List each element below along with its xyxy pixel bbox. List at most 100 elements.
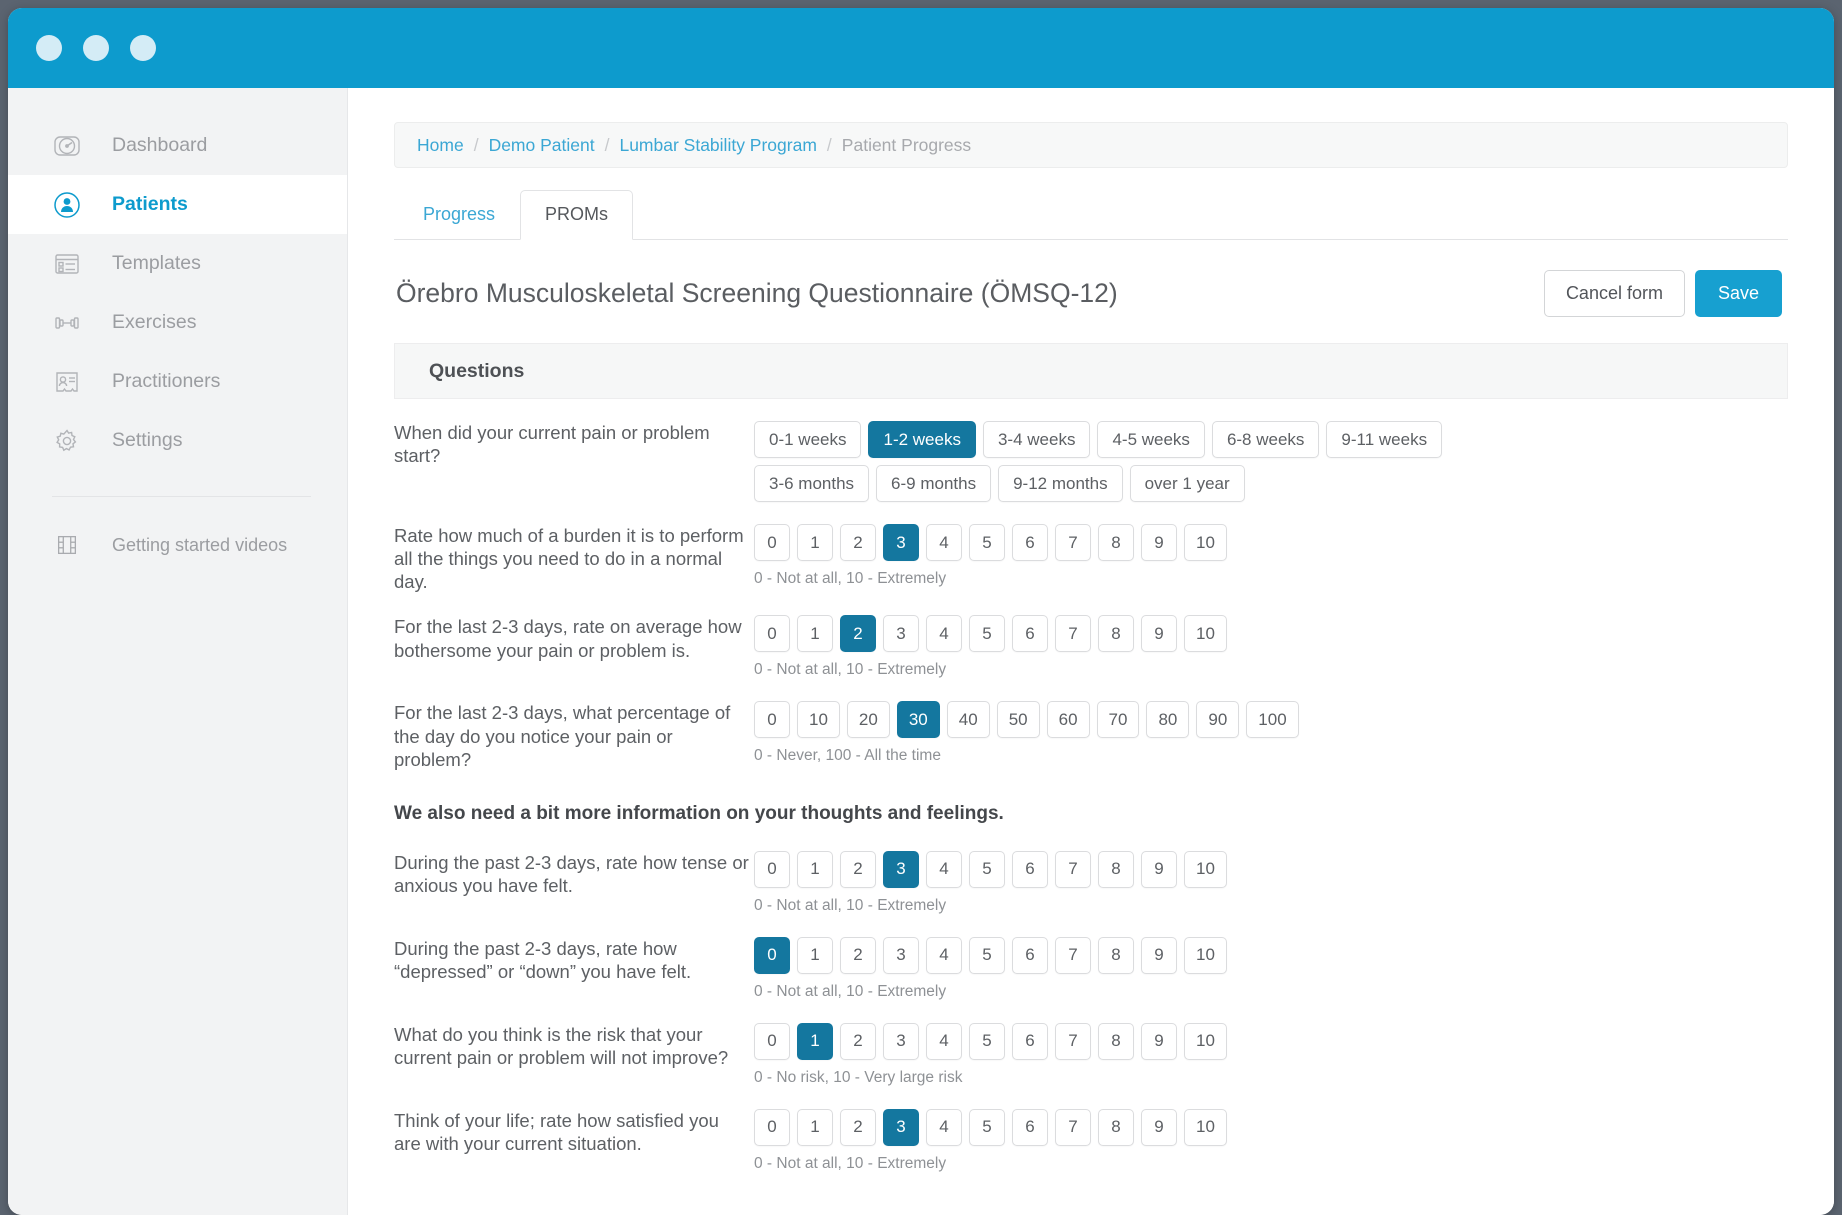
option-button[interactable]: 5	[969, 615, 1005, 652]
option-button[interactable]: 5	[969, 851, 1005, 888]
option-button[interactable]: 3	[883, 524, 919, 561]
option-button[interactable]: 3	[883, 1109, 919, 1146]
option-button[interactable]: 1	[797, 1023, 833, 1060]
option-button[interactable]: 0-1 weeks	[754, 421, 861, 458]
save-button[interactable]: Save	[1695, 270, 1782, 317]
option-button[interactable]: 6	[1012, 1109, 1048, 1146]
option-button[interactable]: 100	[1246, 701, 1298, 738]
option-button[interactable]: 3	[883, 1023, 919, 1060]
option-button[interactable]: 7	[1055, 524, 1091, 561]
option-button[interactable]: 8	[1098, 1109, 1134, 1146]
window-maximize-button[interactable]	[130, 35, 156, 61]
option-button[interactable]: 10	[1184, 615, 1227, 652]
option-button[interactable]: 70	[1097, 701, 1140, 738]
option-button[interactable]: 1	[797, 851, 833, 888]
option-button[interactable]: 80	[1146, 701, 1189, 738]
option-button[interactable]: 3-4 weeks	[983, 421, 1090, 458]
option-button[interactable]: 10	[1184, 851, 1227, 888]
option-button[interactable]: 6	[1012, 615, 1048, 652]
option-button[interactable]: 4	[926, 937, 962, 974]
option-button[interactable]: 9	[1141, 1109, 1177, 1146]
option-button[interactable]: 7	[1055, 1023, 1091, 1060]
option-button[interactable]: 8	[1098, 615, 1134, 652]
breadcrumb-item-demo-patient[interactable]: Demo Patient	[489, 135, 595, 156]
sidebar-item-exercises[interactable]: Exercises	[8, 293, 347, 352]
sidebar-item-dashboard[interactable]: Dashboard	[8, 116, 347, 175]
option-button[interactable]: 2	[840, 937, 876, 974]
option-button[interactable]: 6	[1012, 937, 1048, 974]
option-button[interactable]: 3	[883, 615, 919, 652]
option-button[interactable]: 10	[1184, 1023, 1227, 1060]
option-button[interactable]: 9	[1141, 937, 1177, 974]
option-button[interactable]: 9-12 months	[998, 465, 1123, 502]
option-button[interactable]: 4-5 weeks	[1097, 421, 1204, 458]
option-button[interactable]: 9	[1141, 1023, 1177, 1060]
sidebar-item-practitioners[interactable]: Practitioners	[8, 352, 347, 411]
option-button[interactable]: 0	[754, 851, 790, 888]
option-button[interactable]: 0	[754, 524, 790, 561]
option-button[interactable]: 6	[1012, 1023, 1048, 1060]
option-button[interactable]: 7	[1055, 937, 1091, 974]
option-button[interactable]: 90	[1196, 701, 1239, 738]
option-button[interactable]: 4	[926, 1109, 962, 1146]
option-button[interactable]: 8	[1098, 937, 1134, 974]
option-button[interactable]: 30	[897, 701, 940, 738]
option-button[interactable]: 5	[969, 1023, 1005, 1060]
option-button[interactable]: 7	[1055, 851, 1091, 888]
window-close-button[interactable]	[36, 35, 62, 61]
option-button[interactable]: 40	[947, 701, 990, 738]
option-button[interactable]: 3	[883, 937, 919, 974]
option-button[interactable]: 4	[926, 851, 962, 888]
option-button[interactable]: 0	[754, 701, 790, 738]
option-button[interactable]: 60	[1047, 701, 1090, 738]
option-button[interactable]: 1	[797, 937, 833, 974]
option-button[interactable]: 5	[969, 937, 1005, 974]
option-button[interactable]: 3	[883, 851, 919, 888]
sidebar-item-settings[interactable]: Settings	[8, 411, 347, 470]
option-button[interactable]: 0	[754, 1023, 790, 1060]
option-button[interactable]: 7	[1055, 615, 1091, 652]
cancel-form-button[interactable]: Cancel form	[1544, 270, 1685, 317]
option-button[interactable]: 5	[969, 1109, 1005, 1146]
sidebar-item-patients[interactable]: Patients	[8, 175, 347, 234]
breadcrumb-item-home[interactable]: Home	[417, 135, 464, 156]
option-button[interactable]: 0	[754, 937, 790, 974]
option-button[interactable]: 10	[1184, 1109, 1227, 1146]
sidebar-item-templates[interactable]: Templates	[8, 234, 347, 293]
option-button[interactable]: 1	[797, 524, 833, 561]
sidebar-item-getting-started-videos[interactable]: Getting started videos	[8, 519, 347, 571]
option-button[interactable]: 8	[1098, 1023, 1134, 1060]
option-button[interactable]: 8	[1098, 524, 1134, 561]
option-button[interactable]: 6	[1012, 524, 1048, 561]
window-minimize-button[interactable]	[83, 35, 109, 61]
option-button[interactable]: 2	[840, 851, 876, 888]
option-button[interactable]: 5	[969, 524, 1005, 561]
option-button[interactable]: 1	[797, 1109, 833, 1146]
option-button[interactable]: 8	[1098, 851, 1134, 888]
option-button[interactable]: 4	[926, 615, 962, 652]
option-button[interactable]: 9	[1141, 615, 1177, 652]
option-button[interactable]: 50	[997, 701, 1040, 738]
tab-progress[interactable]: Progress	[398, 190, 520, 240]
option-button[interactable]: 10	[1184, 524, 1227, 561]
option-button[interactable]: 6-9 months	[876, 465, 991, 502]
option-button[interactable]: over 1 year	[1130, 465, 1245, 502]
option-button[interactable]: 9	[1141, 851, 1177, 888]
option-button[interactable]: 9-11 weeks	[1326, 421, 1442, 458]
option-button[interactable]: 6-8 weeks	[1212, 421, 1319, 458]
option-button[interactable]: 3-6 months	[754, 465, 869, 502]
option-button[interactable]: 2	[840, 1023, 876, 1060]
option-button[interactable]: 0	[754, 615, 790, 652]
option-button[interactable]: 10	[1184, 937, 1227, 974]
option-button[interactable]: 4	[926, 1023, 962, 1060]
option-button[interactable]: 4	[926, 524, 962, 561]
option-button[interactable]: 10	[797, 701, 840, 738]
option-button[interactable]: 2	[840, 615, 876, 652]
breadcrumb-item-lumbar-stability-program[interactable]: Lumbar Stability Program	[619, 135, 816, 156]
option-button[interactable]: 6	[1012, 851, 1048, 888]
option-button[interactable]: 1	[797, 615, 833, 652]
option-button[interactable]: 20	[847, 701, 890, 738]
option-button[interactable]: 2	[840, 524, 876, 561]
option-button[interactable]: 1-2 weeks	[868, 421, 975, 458]
option-button[interactable]: 0	[754, 1109, 790, 1146]
